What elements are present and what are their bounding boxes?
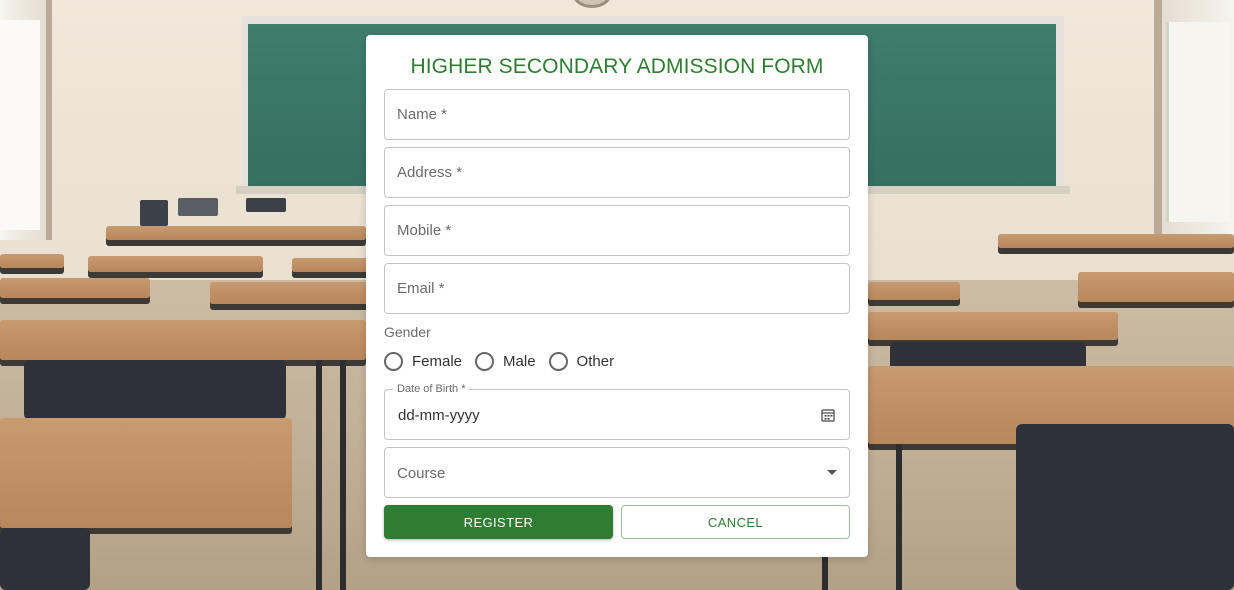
course-placeholder: Course	[397, 465, 446, 482]
gender-radio-other[interactable]: Other	[548, 352, 615, 371]
desk	[0, 418, 292, 528]
desk	[106, 226, 366, 240]
date-of-birth-field[interactable]: Date of Birth * dd-mm-yyyy	[384, 383, 850, 440]
radio-button-icon[interactable]	[548, 352, 568, 371]
address-input[interactable]	[385, 148, 849, 197]
desk	[1078, 272, 1234, 302]
admission-form-card: HIGHER SECONDARY ADMISSION FORM Gender F…	[366, 35, 868, 557]
radio-button-icon[interactable]	[475, 352, 495, 371]
left-window	[0, 0, 52, 240]
gender-radio-group: Female Male Other	[384, 352, 627, 371]
desk	[0, 320, 366, 360]
mobile-input[interactable]	[385, 206, 849, 255]
desk-leg	[340, 360, 346, 590]
form-title: HIGHER SECONDARY ADMISSION FORM	[410, 55, 824, 78]
gender-label: Gender	[384, 324, 431, 340]
desk	[0, 278, 150, 298]
desk	[868, 282, 960, 300]
cancel-button[interactable]: CANCEL	[621, 505, 850, 539]
name-field[interactable]	[384, 89, 850, 140]
address-field[interactable]	[384, 147, 850, 198]
course-select[interactable]: Course	[384, 447, 850, 498]
desk	[868, 312, 1118, 340]
radio-label-female: Female	[412, 353, 463, 370]
name-input[interactable]	[385, 90, 849, 139]
chevron-down-icon[interactable]	[827, 470, 837, 475]
gender-radio-female[interactable]: Female	[384, 352, 462, 371]
mobile-field[interactable]	[384, 205, 850, 256]
computer-monitor	[246, 198, 286, 212]
chair	[0, 528, 90, 590]
desk-leg	[896, 444, 902, 590]
email-input[interactable]	[385, 264, 849, 313]
desk-leg	[822, 556, 828, 590]
laptop	[178, 198, 218, 216]
radio-label-other: Other	[576, 353, 615, 370]
register-button[interactable]: REGISTER	[384, 505, 613, 539]
date-of-birth-label: Date of Birth *	[393, 383, 470, 395]
desk	[0, 254, 64, 268]
computer-monitor	[140, 200, 168, 226]
radio-label-male: Male	[503, 353, 536, 370]
desk	[998, 234, 1234, 248]
desk	[88, 256, 263, 272]
date-of-birth-value[interactable]: dd-mm-yyyy	[398, 407, 480, 424]
desk	[210, 282, 370, 304]
email-field[interactable]	[384, 263, 850, 314]
right-window	[1154, 0, 1234, 240]
gender-radio-male[interactable]: Male	[475, 352, 536, 371]
radio-button-icon[interactable]	[384, 352, 403, 371]
chair	[24, 360, 286, 420]
calendar-icon[interactable]	[821, 408, 835, 422]
chair	[1016, 424, 1234, 590]
desk	[292, 258, 372, 272]
desk-leg	[316, 360, 322, 590]
